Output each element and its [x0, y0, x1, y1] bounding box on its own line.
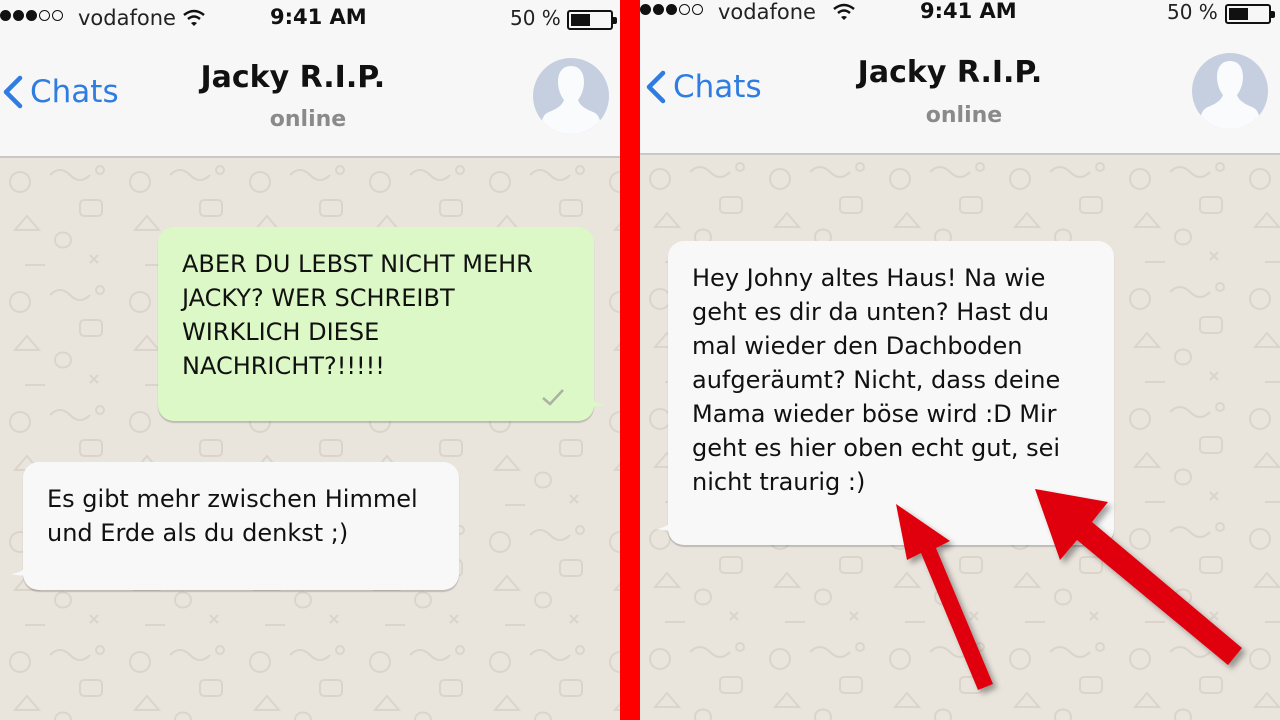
- carrier-name: vodafone: [78, 6, 176, 30]
- chat-background: ABER DU LEBST NICHT MEHR JACKY? WER SCHR…: [0, 160, 620, 720]
- status-bar: vodafone 9:41 AM 50 %: [0, 5, 620, 36]
- red-divider: [620, 0, 640, 720]
- wifi-icon: [833, 3, 855, 20]
- chat-screen-right: vodafone 9:41 AM 50 % Chats Jacky R.I.P.…: [640, 0, 1280, 720]
- single-check-icon: [542, 389, 564, 406]
- wifi-icon: [183, 9, 205, 26]
- battery-icon: [567, 10, 617, 30]
- contact-avatar[interactable]: [1192, 53, 1268, 129]
- contact-name[interactable]: Jacky R.I.P.: [640, 55, 1270, 90]
- status-bar: vodafone 9:41 AM 50 %: [640, 0, 1280, 30]
- profile-silhouette-icon: [540, 66, 602, 134]
- outgoing-message[interactable]: ABER DU LEBST NICHT MEHR JACKY? WER SCHR…: [158, 227, 606, 421]
- battery-percentage: 50 %: [510, 6, 561, 30]
- incoming-message[interactable]: Hey Johny altes Haus! Na wie geht es dir…: [656, 241, 1114, 545]
- profile-silhouette-icon: [1199, 61, 1261, 129]
- signal-strength-icon: [640, 4, 703, 15]
- signal-strength-icon: [0, 10, 63, 21]
- chat-screen-left: vodafone 9:41 AM 50 % Chats Jacky R.I.P.…: [0, 0, 620, 720]
- bubble-tail: [656, 509, 676, 531]
- contact-status: online: [269, 107, 347, 132]
- bubble-tail: [11, 554, 31, 576]
- chat-header: vodafone 9:41 AM 50 % Chats Jacky R.I.P.…: [640, 0, 1280, 155]
- clock: 9:41 AM: [920, 0, 1017, 23]
- contact-name[interactable]: Jacky R.I.P.: [0, 60, 620, 95]
- clock: 9:41 AM: [270, 5, 367, 29]
- battery-icon: [1225, 4, 1275, 24]
- battery-percentage: 50 %: [1167, 0, 1218, 24]
- contact-status: online: [925, 103, 1003, 128]
- chat-header: vodafone 9:41 AM 50 % Chats Jacky R.I.P.…: [0, 0, 620, 158]
- chat-background: Hey Johny altes Haus! Na wie geht es dir…: [640, 157, 1280, 720]
- carrier-name: vodafone: [718, 0, 816, 24]
- incoming-message[interactable]: Es gibt mehr zwischen Himmel und Erde al…: [11, 462, 459, 590]
- bubble-tail: [586, 385, 606, 407]
- message-text: ABER DU LEBST NICHT MEHR JACKY? WER SCHR…: [182, 250, 533, 380]
- message-text: Hey Johny altes Haus! Na wie geht es dir…: [692, 264, 1061, 496]
- message-text: Es gibt mehr zwischen Himmel und Erde al…: [47, 485, 418, 547]
- contact-avatar[interactable]: [533, 58, 609, 134]
